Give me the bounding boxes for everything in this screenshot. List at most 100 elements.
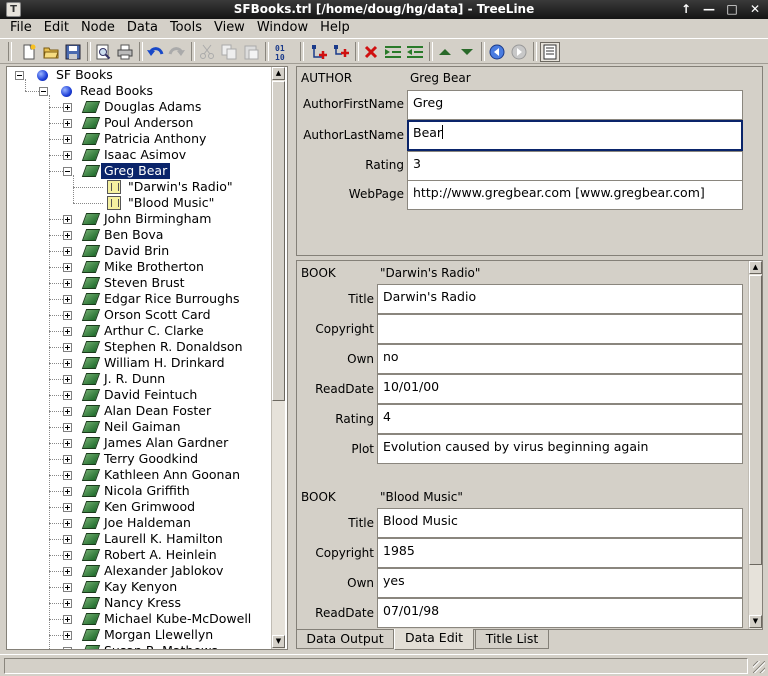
expand-icon[interactable] [63, 135, 72, 144]
tree-node-author[interactable]: Stephen R. Donaldson [7, 339, 269, 355]
tree-node-sf-books[interactable]: SF Books [7, 67, 269, 83]
expand-icon[interactable] [63, 471, 72, 480]
forward-icon[interactable] [509, 42, 529, 62]
tree-node-author[interactable]: Isaac Asimov [7, 147, 269, 163]
expand-icon[interactable] [63, 423, 72, 432]
expand-icon[interactable] [63, 279, 72, 288]
tree-node-book[interactable]: "Blood Music" [7, 195, 269, 211]
expand-icon[interactable] [63, 439, 72, 448]
menu-data[interactable]: Data [121, 19, 164, 38]
tab-data-edit[interactable]: Data Edit [394, 629, 474, 650]
expand-icon[interactable] [63, 311, 72, 320]
expand-icon[interactable] [63, 263, 72, 272]
book-plot-field[interactable]: Evolution caused by virus beginning agai… [377, 434, 743, 464]
tree-node-author[interactable]: Poul Anderson [7, 115, 269, 131]
expand-icon[interactable] [63, 119, 72, 128]
tree-node-author[interactable]: William H. Drinkard [7, 355, 269, 371]
tree-node-author[interactable]: Ken Grimwood [7, 499, 269, 515]
open-folder-icon[interactable] [41, 42, 61, 62]
tree-node-author[interactable]: Mike Brotherton [7, 259, 269, 275]
tree-node-author[interactable]: J. R. Dunn [7, 371, 269, 387]
expand-icon[interactable] [63, 343, 72, 352]
expand-icon[interactable] [63, 295, 72, 304]
tree-node-author[interactable]: Kay Kenyon [7, 579, 269, 595]
tree-node-author[interactable]: Morgan Llewellyn [7, 627, 269, 643]
expand-icon[interactable] [63, 151, 72, 160]
print-icon[interactable] [115, 42, 135, 62]
expand-icon[interactable] [63, 359, 72, 368]
unindent-icon[interactable] [405, 42, 425, 62]
delete-node-icon[interactable] [361, 42, 381, 62]
book-title-field[interactable]: Blood Music [377, 508, 743, 538]
tab-title-list[interactable]: Title List [475, 630, 549, 649]
tree-node-author[interactable]: Michael Kube-McDowell [7, 611, 269, 627]
tree-node-author[interactable]: Orson Scott Card [7, 307, 269, 323]
menu-file[interactable]: File [4, 19, 38, 38]
tree-node-author[interactable]: Alan Dean Foster [7, 403, 269, 419]
book-title-field[interactable]: Darwin's Radio [377, 284, 743, 314]
menu-edit[interactable]: Edit [38, 19, 75, 38]
expand-icon[interactable] [63, 615, 72, 624]
menu-view[interactable]: View [208, 19, 251, 38]
tree-node-author[interactable]: John Birmingham [7, 211, 269, 227]
menu-window[interactable]: Window [251, 19, 314, 38]
undo-icon[interactable] [145, 42, 165, 62]
indent-icon[interactable] [383, 42, 403, 62]
tree-node-author[interactable]: Kathleen Ann Goonan [7, 467, 269, 483]
tree-node-author[interactable]: Edgar Rice Burroughs [7, 291, 269, 307]
expand-icon[interactable] [63, 391, 72, 400]
tree-node-author[interactable]: Steven Brust [7, 275, 269, 291]
scroll-up-arrow-icon[interactable]: ▲ [272, 67, 285, 80]
save-icon[interactable] [63, 42, 83, 62]
move-down-icon[interactable] [457, 42, 477, 62]
expand-icon[interactable] [63, 519, 72, 528]
tree-node-read-books[interactable]: Read Books [7, 83, 269, 99]
records-scroll-thumb[interactable] [749, 275, 762, 565]
cut-icon[interactable] [197, 42, 217, 62]
book-own-field[interactable]: no [377, 344, 743, 374]
tree-node-author[interactable]: Terry Goodkind [7, 451, 269, 467]
redo-icon[interactable] [167, 42, 187, 62]
expand-icon[interactable] [63, 103, 72, 112]
tree-node-author[interactable]: Ben Bova [7, 227, 269, 243]
expand-icon[interactable] [63, 327, 72, 336]
expand-icon[interactable] [63, 231, 72, 240]
book-read-date-field[interactable]: 07/01/98 [377, 598, 743, 628]
tree-view[interactable]: SF Books Read Books Douglas Adams Poul Ande… [6, 66, 288, 650]
tree-node-author[interactable]: Alexander Jablokov [7, 563, 269, 579]
tree-node-author[interactable]: Neil Gaiman [7, 419, 269, 435]
resize-grip-icon[interactable] [753, 661, 765, 673]
panel-splitter[interactable] [289, 66, 295, 650]
insert-after-icon[interactable] [331, 42, 351, 62]
author-webpage-field[interactable]: http://www.gregbear.com [www.gregbear.co… [407, 180, 743, 210]
close-window-button[interactable]: ✕ [744, 1, 766, 17]
tree-node-author[interactable]: David Feintuch [7, 387, 269, 403]
expand-icon[interactable] [63, 407, 72, 416]
expand-icon[interactable] [63, 215, 72, 224]
expand-icon[interactable] [63, 247, 72, 256]
expand-icon[interactable] [63, 567, 72, 576]
author-rating-field[interactable]: 3 [407, 151, 743, 181]
tree-node-author[interactable]: Douglas Adams [7, 99, 269, 115]
menu-help[interactable]: Help [314, 19, 356, 38]
tree-node-author[interactable]: Robert A. Heinlein [7, 547, 269, 563]
add-child-icon[interactable] [309, 42, 329, 62]
tree-node-author[interactable]: Laurell K. Hamilton [7, 531, 269, 547]
scroll-down-arrow-icon[interactable]: ▼ [272, 635, 285, 648]
book-rating-field[interactable]: 4 [377, 404, 743, 434]
copy-icon[interactable] [219, 42, 239, 62]
expand-icon[interactable] [63, 487, 72, 496]
minimize-button[interactable]: — [698, 1, 720, 17]
author-first-name-field[interactable]: Greg [407, 90, 743, 120]
paste-icon[interactable] [241, 42, 261, 62]
tree-node-author[interactable]: David Brin [7, 243, 269, 259]
expand-icon[interactable] [63, 535, 72, 544]
expand-icon[interactable] [63, 551, 72, 560]
expand-icon[interactable] [63, 583, 72, 592]
collapse-icon[interactable] [39, 87, 48, 96]
tree-node-author[interactable]: James Alan Gardner [7, 435, 269, 451]
numbering-icon[interactable]: 01 10 [271, 42, 291, 62]
maximize-button[interactable]: □ [721, 1, 743, 17]
collapse-icon[interactable] [15, 71, 24, 80]
tree-node-book[interactable]: "Darwin's Radio" [7, 179, 269, 195]
